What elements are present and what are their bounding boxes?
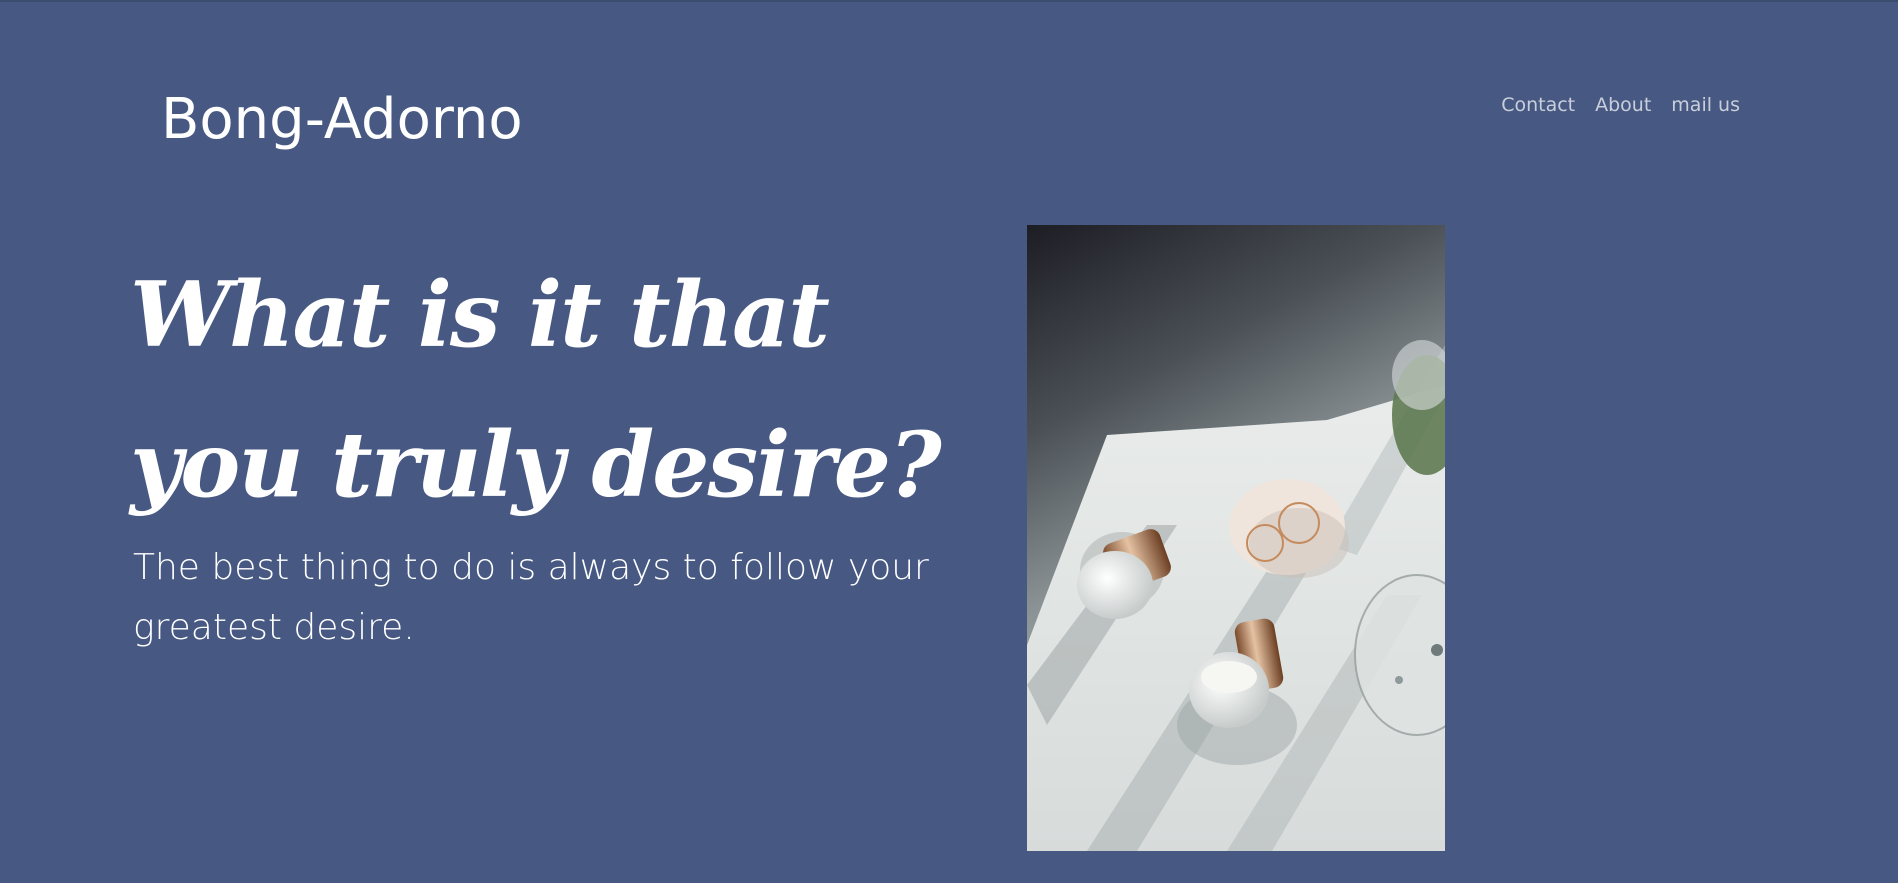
nav-about-link[interactable]: About xyxy=(1595,94,1651,116)
hero-subtitle: The best thing to do is always to follow… xyxy=(133,547,929,648)
top-nav: Contact About mail us xyxy=(1501,94,1740,116)
hero-product-photo xyxy=(1027,225,1445,851)
brand-logo[interactable]: Bong-Adorno xyxy=(161,92,523,148)
landing-page: Bong-Adorno Contact About mail us What i… xyxy=(0,0,1898,883)
nav-mail-us-link[interactable]: mail us xyxy=(1671,94,1740,116)
hero-headline: What is it that you truly desire? xyxy=(130,262,942,518)
nav-contact-link[interactable]: Contact xyxy=(1501,94,1575,116)
